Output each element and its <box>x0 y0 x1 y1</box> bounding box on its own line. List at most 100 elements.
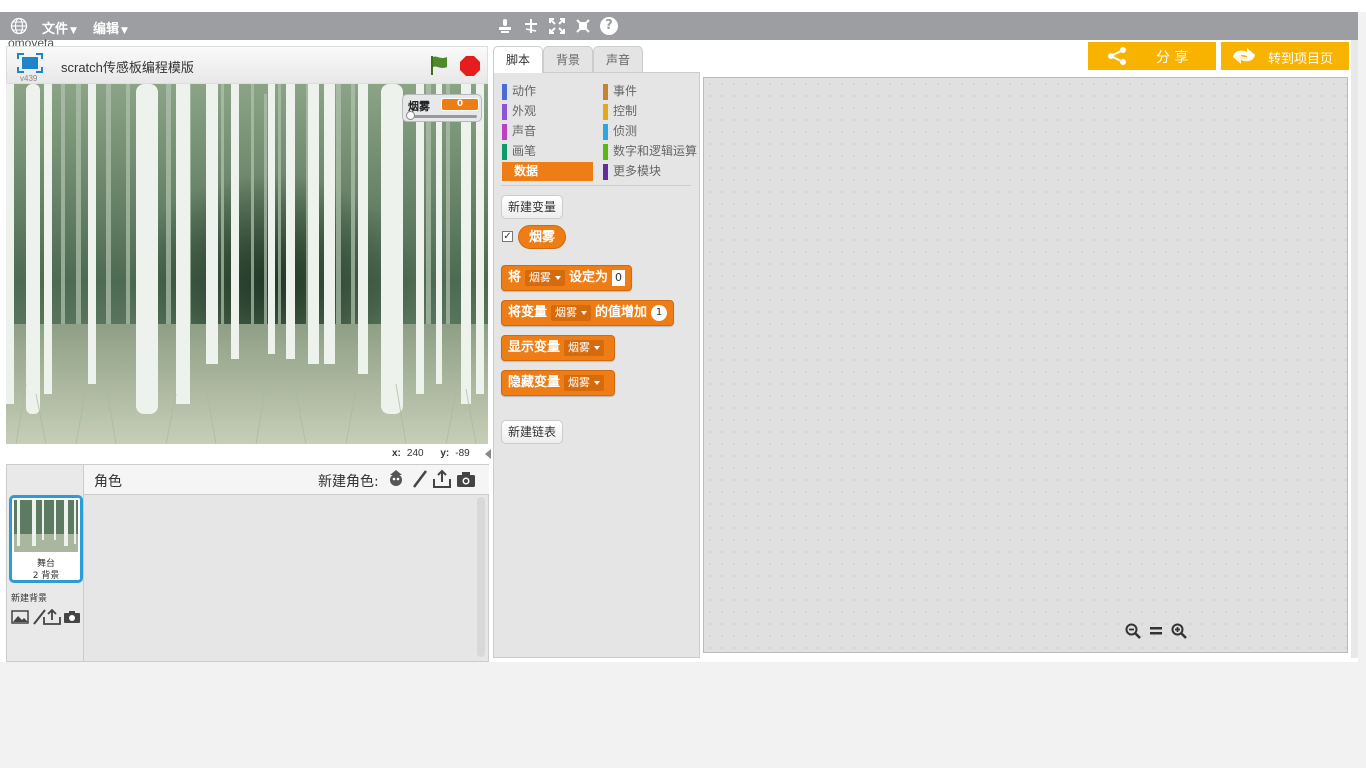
category-sound[interactable]: 声音 <box>502 123 592 140</box>
variable-reporter[interactable]: 烟雾 <box>518 225 567 249</box>
cut-icon[interactable] <box>522 17 540 35</box>
file-menu[interactable]: 文件 ▼ <box>42 18 77 37</box>
file-menu-label: 文件 <box>42 22 69 37</box>
category-color-bar <box>603 84 608 100</box>
value-input[interactable]: 1 <box>651 304 668 321</box>
sprite-library-icon[interactable] <box>386 469 406 489</box>
variable-dropdown[interactable]: 烟雾 <box>564 374 605 391</box>
zoom-out-icon[interactable] <box>1124 622 1142 640</box>
category-color-bar <box>502 84 507 100</box>
grow-icon[interactable] <box>548 17 566 35</box>
category-label: 画笔 <box>512 144 537 158</box>
category-color-bar <box>603 144 608 160</box>
shrink-icon[interactable] <box>574 17 592 35</box>
set-variable-block[interactable]: 将烟雾 设定为 0 <box>501 265 633 291</box>
slider-knob[interactable] <box>406 111 415 120</box>
paint-sprite-icon[interactable] <box>410 469 430 489</box>
category-looks[interactable]: 外观 <box>502 103 592 120</box>
camera-sprite-icon[interactable] <box>456 469 476 489</box>
y-value: -89 <box>455 448 470 459</box>
category-color-bar <box>603 104 608 120</box>
y-label: y: <box>440 448 450 459</box>
top-strip <box>0 0 1366 12</box>
goto-label: 转到项目页 <box>1268 52 1334 67</box>
x-value: 240 <box>406 448 424 459</box>
edit-menu[interactable]: 编辑 ▼ <box>93 18 128 37</box>
sprite-list-scrollbar[interactable] <box>477 497 485 657</box>
help-icon[interactable]: ? <box>600 17 618 35</box>
script-area[interactable] <box>703 77 1348 653</box>
upload-backdrop-icon[interactable] <box>43 609 61 625</box>
category-label: 声音 <box>512 124 537 138</box>
category-pen[interactable]: 画笔 <box>502 143 592 160</box>
share-label: 分 享 <box>1156 50 1189 66</box>
camera-backdrop-icon[interactable] <box>63 609 81 625</box>
stop-icon[interactable] <box>459 55 481 77</box>
show-variable-block[interactable]: 显示变量 烟雾 <box>501 335 616 361</box>
category-label: 控制 <box>613 104 638 118</box>
category-data[interactable]: 数据 <box>502 162 593 181</box>
project-title[interactable]: scratch传感板编程模版 <box>61 57 194 76</box>
forest-backdrop <box>6 84 488 444</box>
share-button[interactable]: 分 享 <box>1088 42 1216 70</box>
change-variable-block[interactable]: 将变量 烟雾 的值增加 1 <box>501 300 675 326</box>
new-list-button[interactable]: 新建链表 <box>501 420 564 444</box>
category-motion[interactable]: 动作 <box>502 83 592 100</box>
new-variable-button[interactable]: 新建变量 <box>501 195 564 219</box>
mouse-coordinates: x: 240 y: -89 <box>392 448 484 459</box>
edit-menu-label: 编辑 <box>93 22 120 37</box>
tab-scripts[interactable]: 脚本 <box>493 46 543 73</box>
backdrop-library-icon[interactable] <box>11 609 29 625</box>
stamp-icon[interactable] <box>496 17 514 35</box>
variable-monitor[interactable]: 烟雾 0 <box>402 94 482 122</box>
stage-canvas[interactable]: 烟雾 0 <box>6 84 488 444</box>
new-sprite-label: 新建角色: <box>318 474 379 490</box>
category-label: 数据 <box>514 164 539 178</box>
category-color-bar <box>603 164 608 180</box>
block-text: 的值增加 <box>595 305 648 320</box>
variable-dropdown[interactable]: 烟雾 <box>564 339 605 356</box>
variable-dropdown[interactable]: 烟雾 <box>525 269 566 286</box>
go-to-project-page-button[interactable]: 转到项目页 <box>1221 42 1349 70</box>
block-text: 显示变量 <box>508 340 561 355</box>
chevron-down-icon: ▼ <box>70 26 77 36</box>
chevron-down-icon: ▼ <box>121 26 128 36</box>
variable-checkbox[interactable]: ✓ <box>502 231 513 242</box>
category-operators[interactable]: 数字和逻辑运算 <box>603 143 699 160</box>
category-color-bar <box>502 144 507 160</box>
category-events[interactable]: 事件 <box>603 83 699 100</box>
sprites-label: 角色 <box>94 474 122 490</box>
page-scrollbar[interactable] <box>1351 40 1358 658</box>
tab-sounds[interactable]: 声音 <box>593 46 643 72</box>
zoom-reset-icon[interactable] <box>1147 622 1165 640</box>
value-input[interactable]: 0 <box>612 269 626 286</box>
category-sensing[interactable]: 侦测 <box>603 123 699 140</box>
stage-thumbnail[interactable]: 舞台 2 背景 <box>9 495 83 583</box>
upload-sprite-icon[interactable] <box>432 469 452 489</box>
hide-variable-block[interactable]: 隐藏变量 烟雾 <box>501 370 616 396</box>
monitor-value: 0 <box>441 98 479 111</box>
variable-dropdown[interactable]: 烟雾 <box>551 304 592 321</box>
fullscreen-icon[interactable] <box>17 53 43 73</box>
category-control[interactable]: 控制 <box>603 103 699 120</box>
x-label: x: <box>392 448 401 459</box>
collapse-stage-icon[interactable] <box>485 449 491 459</box>
sprite-panel: 舞台 2 背景 新建背景 角色 新建角色: <box>6 464 489 662</box>
share-icon <box>1108 47 1126 65</box>
stage-column: 舞台 2 背景 新建背景 <box>7 465 84 661</box>
green-flag-icon[interactable] <box>427 53 451 77</box>
category-label: 外观 <box>512 104 537 118</box>
globe-icon[interactable] <box>10 17 28 35</box>
monitor-slider[interactable] <box>409 115 477 118</box>
goto-icon <box>1233 48 1255 64</box>
category-label: 更多模块 <box>613 164 662 178</box>
block-text: 隐藏变量 <box>508 375 561 390</box>
sprite-header: 角色 新建角色: <box>84 465 489 495</box>
category-label: 动作 <box>512 84 537 98</box>
category-color-bar <box>502 124 507 140</box>
category-more-blocks[interactable]: 更多模块 <box>603 163 699 180</box>
block-palette: 动作 外观 声音 画笔 数据 事件 控制 侦测 数字和逻辑运算 更多模块 新建变… <box>493 72 700 658</box>
zoom-in-icon[interactable] <box>1170 622 1188 640</box>
tab-backdrops[interactable]: 背景 <box>543 46 593 72</box>
block-text: 将 <box>508 270 522 285</box>
